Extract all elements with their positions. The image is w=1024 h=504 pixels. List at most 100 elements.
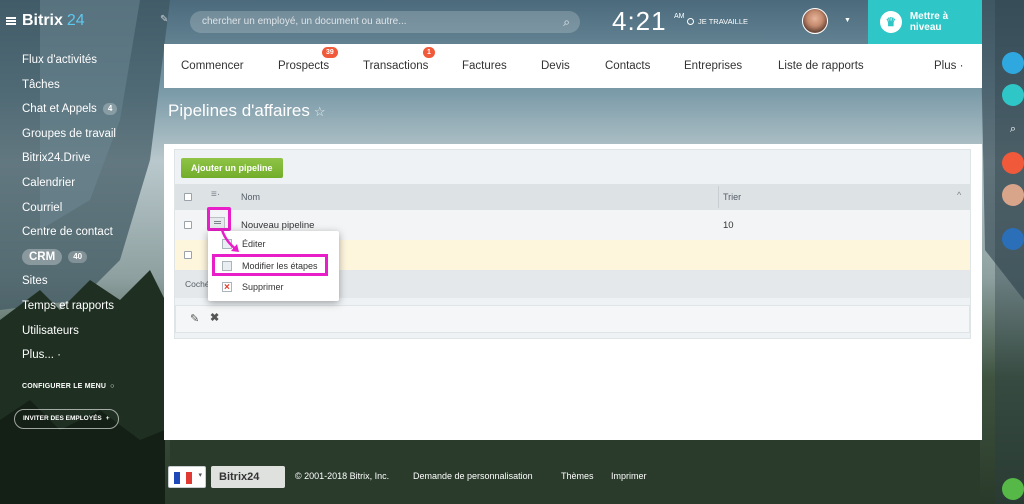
crown-icon: ♛	[880, 11, 902, 33]
logo-text: Bitrix	[22, 12, 63, 29]
row-checkbox[interactable]	[184, 251, 192, 259]
tab-label: Commencer	[181, 60, 244, 72]
grid-header: ≡· Nom Trier ^	[175, 184, 970, 210]
footer-link-themes[interactable]: Thèmes	[561, 471, 594, 481]
sidebar-item-label: Bitrix24.Drive	[22, 152, 91, 165]
invite-label: INVITER DES EMPLOYÉS	[23, 415, 102, 422]
chat-count-badge: 4	[102, 103, 118, 116]
language-selector[interactable]: ▾	[168, 466, 206, 488]
tab-label: Transactions	[363, 60, 429, 72]
tab-label: Plus ·	[934, 60, 964, 72]
logo-number: 24	[66, 12, 85, 29]
sidebar-item-chat[interactable]: Chat et Appels 4	[22, 97, 118, 122]
sidebar-item-flux[interactable]: Flux d'activités	[22, 48, 117, 73]
sidebar-item-contact-center[interactable]: Centre de contact	[22, 220, 117, 245]
sidebar-item-label: Plus... ·	[22, 349, 61, 362]
select-all-checkbox[interactable]	[184, 193, 192, 201]
clock-time: 4:21	[612, 6, 667, 36]
tab-prospects[interactable]: Prospects 39	[278, 47, 338, 72]
upgrade-label: Mettre à niveau	[909, 11, 949, 33]
top-bar: ✎ chercher un employé, un document ou au…	[160, 0, 982, 44]
sidebar-item-utilisateurs[interactable]: Utilisateurs	[22, 319, 117, 344]
chevron-down-icon: ▾	[198, 472, 202, 479]
bitrix24-icon[interactable]	[1002, 228, 1024, 250]
upgrade-button[interactable]: ♛ Mettre à niveau	[868, 0, 982, 44]
tab-plus[interactable]: Plus ·	[934, 60, 963, 72]
chevron-down-icon[interactable]: ▼	[844, 17, 851, 24]
footer-link-print[interactable]: Imprimer	[611, 471, 647, 481]
column-settings-icon[interactable]: ≡·	[211, 189, 220, 200]
tab-contacts[interactable]: Contacts	[605, 60, 650, 72]
search-input[interactable]: chercher un employé, un document ou autr…	[190, 11, 580, 33]
search-icon[interactable]: ⌕	[563, 11, 570, 33]
tab-label: Liste de rapports	[778, 60, 864, 72]
plus-icon: +	[105, 415, 110, 422]
clock-ampm: AM	[674, 13, 685, 20]
tab-label: Devis	[541, 60, 570, 72]
phone-icon[interactable]	[1002, 152, 1024, 174]
sidebar-item-label: Courriel	[22, 201, 63, 214]
menu-icon[interactable]	[6, 17, 16, 25]
transactions-count-badge: 1	[423, 47, 435, 58]
sort-caret-icon[interactable]: ^	[957, 190, 961, 200]
add-pipeline-button[interactable]: Ajouter un pipeline	[181, 158, 283, 178]
sidebar-item-drive[interactable]: Bitrix24.Drive	[22, 146, 117, 171]
column-header-name[interactable]: Nom	[241, 192, 260, 202]
tab-factures[interactable]: Factures	[462, 60, 507, 72]
edit-icon[interactable]: ✎	[190, 312, 199, 325]
sidebar-item-temps[interactable]: Temps et rapports	[22, 294, 117, 319]
sidebar-item-calendrier[interactable]: Calendrier	[22, 171, 117, 196]
page-title-text: Pipelines d'affaires	[168, 101, 310, 120]
chat-icon[interactable]	[1002, 84, 1024, 106]
sidebar-item-label: CRM	[22, 249, 63, 266]
contact-avatar[interactable]	[1002, 184, 1024, 206]
row-checkbox[interactable]	[184, 221, 192, 229]
delete-icon[interactable]: ✖	[210, 311, 219, 324]
sidebar-item-sites[interactable]: Sites	[22, 269, 117, 294]
sidebar-item-groupes[interactable]: Groupes de travail	[22, 122, 117, 147]
sidebar-item-label: Centre de contact	[22, 226, 113, 239]
sidebar-item-label: Temps et rapports	[22, 299, 115, 312]
call-icon[interactable]	[1002, 478, 1024, 500]
clock[interactable]: 4:21 AM	[612, 6, 685, 37]
tab-devis[interactable]: Devis	[541, 60, 570, 72]
column-header-sort[interactable]: Trier	[723, 192, 741, 202]
copyright: © 2001-2018 Bitrix, Inc.	[295, 471, 390, 481]
delete-doc-icon	[222, 278, 232, 298]
work-status[interactable]: JE TRAVAILLE	[687, 17, 748, 26]
tab-entreprises[interactable]: Entreprises	[684, 60, 742, 72]
search-icon[interactable]: ⌕	[1002, 118, 1024, 140]
row-name: Nouveau pipeline	[241, 220, 315, 231]
invite-employees-button[interactable]: INVITER DES EMPLOYÉS +	[14, 409, 119, 429]
sidebar-item-label: Tâches	[22, 78, 60, 91]
sidebar-item-label: Calendrier	[22, 176, 76, 189]
pencil-icon[interactable]: ✎	[160, 14, 172, 26]
notifications-icon[interactable]	[1002, 52, 1024, 74]
tab-rapports[interactable]: Liste de rapports	[778, 60, 864, 72]
page-title: Pipelines d'affaires ☆	[168, 101, 326, 121]
sidebar-item-label: Groupes de travail	[22, 127, 116, 140]
row-sort: 10	[723, 220, 734, 231]
tab-transactions[interactable]: Transactions 1	[363, 47, 435, 72]
left-sidebar: Bitrix 24 Flux d'activités Tâches Chat et…	[0, 0, 160, 504]
sidebar-item-crm[interactable]: CRM 40	[22, 245, 117, 270]
sidebar-nav: Flux d'activités Tâches Chat et Appels 4 …	[22, 48, 118, 368]
sidebar-item-plus[interactable]: Plus... ·	[22, 343, 117, 368]
configure-menu-link[interactable]: CONFIGURER LE MENU ○	[22, 383, 115, 390]
sidebar-item-taches[interactable]: Tâches	[22, 73, 117, 98]
footer-link-customization[interactable]: Demande de personnalisation	[413, 471, 533, 481]
bitrix-logo[interactable]: Bitrix 24	[6, 12, 85, 30]
user-avatar[interactable]	[802, 8, 828, 34]
sidebar-item-courriel[interactable]: Courriel	[22, 196, 117, 221]
tab-commencer[interactable]: Commencer	[181, 60, 244, 72]
group-actions-bar: ✎ ✖	[175, 305, 970, 333]
crm-count-badge: 40	[68, 251, 88, 264]
france-flag-icon	[174, 472, 192, 484]
configure-menu-label: CONFIGURER LE MENU	[22, 383, 107, 390]
footer-brand[interactable]: Bitrix24	[211, 466, 285, 488]
search-placeholder: chercher un employé, un document ou autr…	[202, 16, 407, 27]
star-icon[interactable]: ☆	[314, 104, 326, 119]
prospects-count-badge: 39	[322, 47, 338, 58]
column-divider	[718, 186, 719, 208]
menu-item-delete[interactable]: Supprimer	[208, 277, 339, 298]
